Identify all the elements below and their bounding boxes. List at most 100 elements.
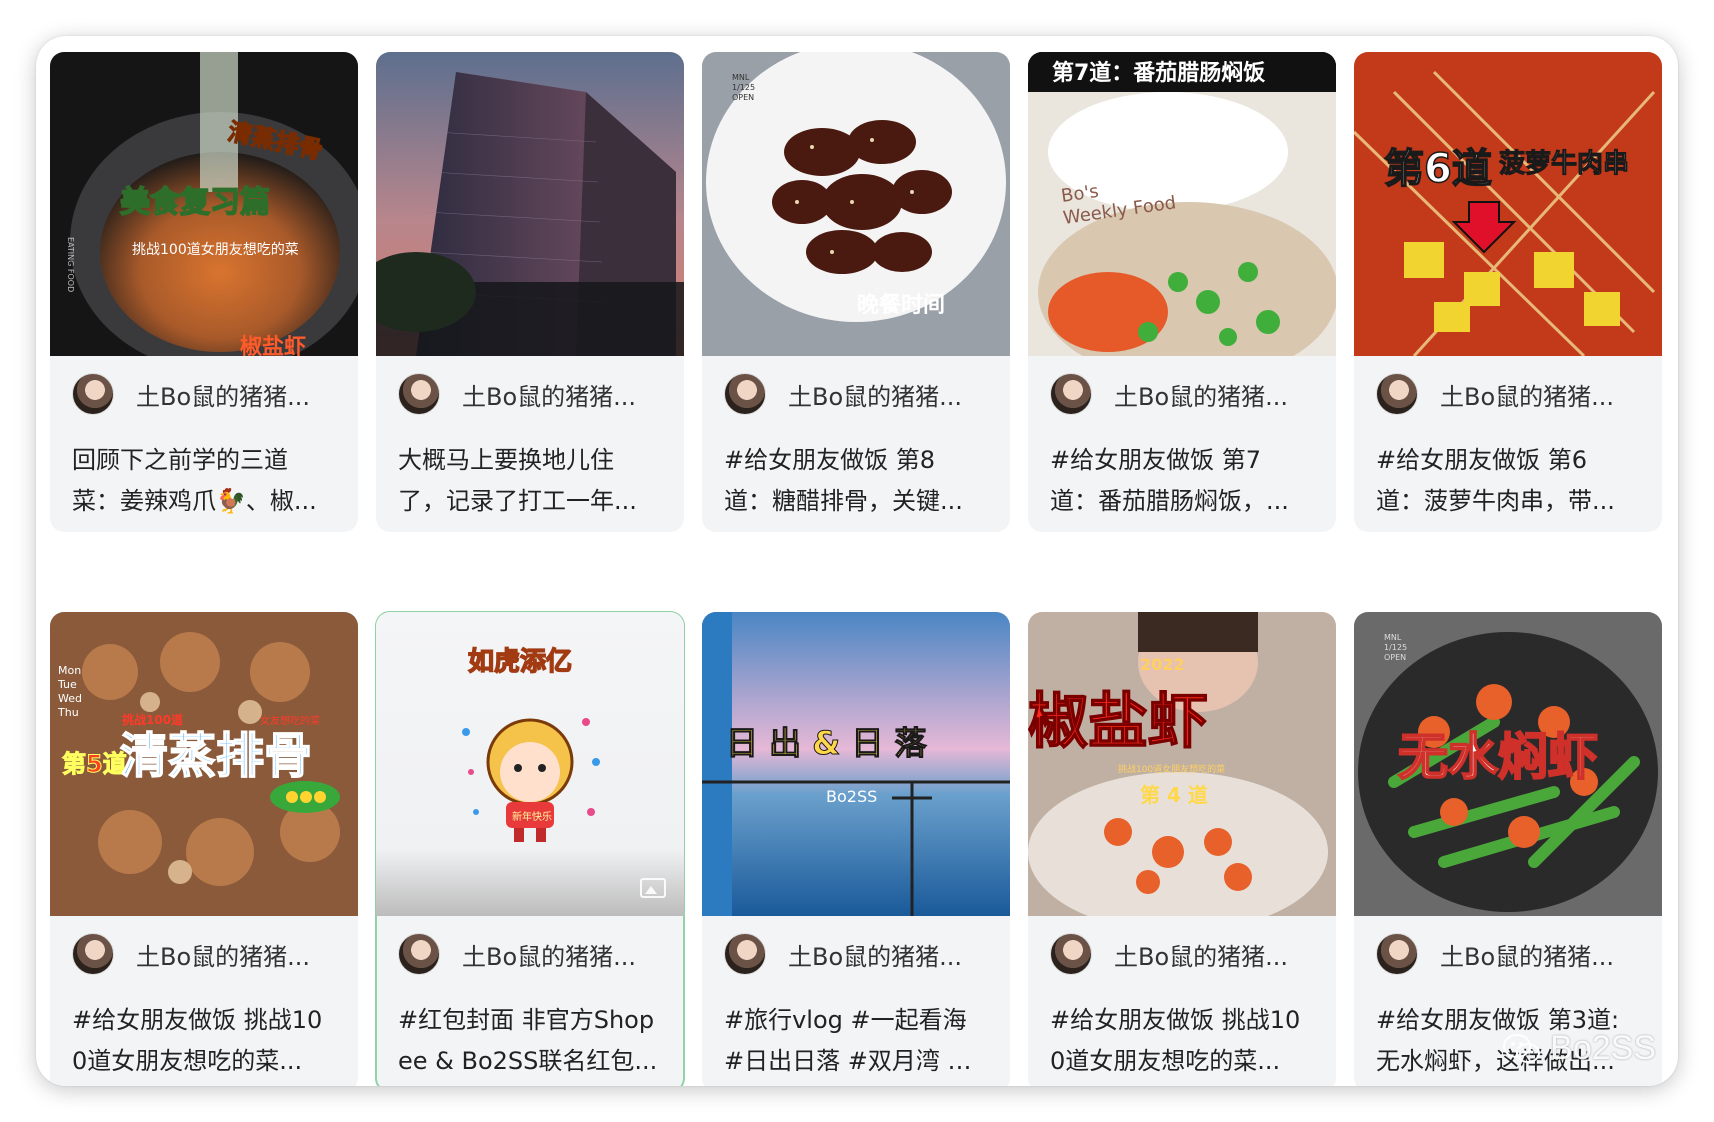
post-description: #红包封面 非官方Shop ee & Bo2SS联名红包... (398, 1000, 662, 1082)
svg-text:MNL: MNL (1384, 633, 1402, 642)
post-card-4[interactable]: 第7道：番茄腊肠焖饭 Bo's Weekly Food 土Bo鼠的猪猪... #… (1028, 52, 1336, 532)
post-card-8[interactable]: 日 出 & 日 落 Bo2SS 土Bo鼠的猪猪... #旅行vlog #一起看海… (702, 612, 1010, 1086)
feed-window: 清蒸排骨 美食复习篇 挑战100道女朋友想吃的菜 EATING FOOD 椒盐虾… (36, 36, 1678, 1086)
post-desc-line: #给女朋友做饭 挑战10 (1050, 1006, 1301, 1034)
svg-text:1/125: 1/125 (1384, 643, 1407, 652)
author-name[interactable]: 土Bo鼠的猪猪... (788, 377, 962, 412)
author-avatar[interactable] (724, 373, 766, 415)
post-description: #给女朋友做饭 第3道: 无水焖虾，这样做出... (1376, 1000, 1640, 1082)
svg-text:晚餐时间: 晚餐时间 (857, 293, 945, 318)
svg-text:日 出 & 日 落: 日 出 & 日 落 (726, 724, 927, 762)
post-desc-line: 0道女朋友想吃的菜... (1050, 1047, 1281, 1075)
post-description: #给女朋友做饭 挑战10 0道女朋友想吃的菜... (1050, 1000, 1314, 1082)
post-author[interactable]: 土Bo鼠的猪猪... (1376, 933, 1614, 975)
svg-text:Thu: Thu (57, 706, 79, 719)
post-description: #给女朋友做饭 第8 道：糖醋排骨，关键... (724, 440, 988, 522)
author-avatar[interactable] (724, 933, 766, 975)
author-name[interactable]: 土Bo鼠的猪猪... (136, 937, 310, 972)
post-thumbnail (376, 52, 684, 356)
author-name[interactable]: 土Bo鼠的猪猪... (1440, 377, 1614, 412)
author-name[interactable]: 土Bo鼠的猪猪... (462, 937, 636, 972)
post-thumbnail: 第6道 菠萝牛肉串 (1354, 52, 1662, 356)
svg-text:2022: 2022 (1140, 655, 1185, 674)
author-avatar[interactable] (398, 933, 440, 975)
svg-text:第6道: 第6道 (1384, 146, 1492, 192)
svg-text:第 4 道: 第 4 道 (1140, 783, 1208, 807)
post-card-10[interactable]: MNL 1/125 OPEN 无水焖虾 土Bo鼠的猪猪... #给女朋友做饭 第… (1354, 612, 1662, 1086)
post-card-1[interactable]: 清蒸排骨 美食复习篇 挑战100道女朋友想吃的菜 EATING FOOD 椒盐虾… (50, 52, 358, 532)
post-author[interactable]: 土Bo鼠的猪猪... (1050, 933, 1288, 975)
author-name[interactable]: 土Bo鼠的猪猪... (136, 377, 310, 412)
post-desc-line: 大概马上要换地儿住 (398, 446, 614, 474)
post-author[interactable]: 土Bo鼠的猪猪... (724, 933, 962, 975)
post-card-6[interactable]: Mon Tue Wed Thu 挑战100道 女友想吃的菜 第5道 清蒸排骨 土… (50, 612, 358, 1086)
author-name[interactable]: 土Bo鼠的猪猪... (462, 377, 636, 412)
svg-text:女友想吃的菜: 女友想吃的菜 (260, 714, 320, 727)
post-desc-line: #给女朋友做饭 第8 (724, 446, 936, 474)
post-desc-line: #给女朋友做饭 第6 (1376, 446, 1588, 474)
post-author[interactable]: 土Bo鼠的猪猪... (1050, 373, 1288, 415)
author-avatar[interactable] (72, 933, 114, 975)
svg-text:新年快乐: 新年快乐 (512, 810, 552, 823)
author-avatar[interactable] (1376, 933, 1418, 975)
post-description: 大概马上要换地儿住 了，记录了打工一年... (398, 440, 662, 522)
svg-text:第5道: 第5道 (62, 750, 127, 778)
post-desc-line: ee & Bo2SS联名红包... (398, 1047, 658, 1075)
svg-text:EATING FOOD: EATING FOOD (66, 237, 75, 292)
svg-text:椒盐虾: 椒盐虾 (1028, 687, 1208, 757)
author-name[interactable]: 土Bo鼠的猪猪... (1114, 937, 1288, 972)
svg-text:MNL: MNL (732, 73, 750, 82)
post-thumbnail: Mon Tue Wed Thu 挑战100道 女友想吃的菜 第5道 清蒸排骨 (50, 612, 358, 916)
post-author[interactable]: 土Bo鼠的猪猪... (1376, 373, 1614, 415)
post-card-5[interactable]: 第6道 菠萝牛肉串 土Bo鼠的猪猪... #给女朋友做饭 第6 道：菠萝牛肉串，… (1354, 52, 1662, 532)
author-avatar[interactable] (1050, 933, 1092, 975)
svg-text:Tue: Tue (57, 678, 77, 691)
post-desc-line: 0道女朋友想吃的菜... (72, 1047, 303, 1075)
post-card-9[interactable]: 2022 椒盐虾 挑战100道女朋友想吃的菜 第 4 道 土Bo鼠的猪猪... … (1028, 612, 1336, 1086)
post-thumbnail: MNL 1/125 OPEN 无水焖虾 (1354, 612, 1662, 916)
svg-text:菠萝牛肉串: 菠萝牛肉串 (1499, 149, 1629, 179)
post-card-7[interactable]: 如虎添亿 新年快乐 土Bo鼠的猪猪... #红包封面 非官方Shop ee & … (375, 611, 685, 1086)
author-avatar[interactable] (72, 373, 114, 415)
post-desc-line: 道：番茄腊肠焖饭，... (1050, 487, 1289, 515)
post-desc-line: 道：菠萝牛肉串，带... (1376, 487, 1615, 515)
post-desc-line: #给女朋友做饭 第3道: (1376, 1006, 1620, 1034)
svg-text:Wed: Wed (58, 692, 82, 705)
post-thumbnail: 如虎添亿 新年快乐 (376, 612, 684, 916)
post-description: #给女朋友做饭 挑战10 0道女朋友想吃的菜... (72, 1000, 336, 1082)
author-avatar[interactable] (1376, 373, 1418, 415)
post-desc-line: 回顾下之前学的三道 (72, 446, 288, 474)
svg-text:清蒸排骨: 清蒸排骨 (120, 728, 312, 784)
author-name[interactable]: 土Bo鼠的猪猪... (1114, 377, 1288, 412)
post-desc-line: #给女朋友做饭 挑战10 (72, 1006, 323, 1034)
svg-text:椒盐虾: 椒盐虾 (240, 334, 306, 356)
svg-text:挑战100道女朋友想吃的菜: 挑战100道女朋友想吃的菜 (1118, 763, 1225, 775)
post-author[interactable]: 土Bo鼠的猪猪... (398, 933, 636, 975)
svg-text:无水焖虾: 无水焖虾 (1398, 728, 1598, 786)
post-card-2[interactable]: 土Bo鼠的猪猪... 大概马上要换地儿住 了，记录了打工一年... (376, 52, 684, 532)
svg-text:OPEN: OPEN (732, 93, 754, 102)
svg-text:挑战100道: 挑战100道 (122, 712, 183, 727)
post-author[interactable]: 土Bo鼠的猪猪... (72, 373, 310, 415)
post-description: #给女朋友做饭 第6 道：菠萝牛肉串，带... (1376, 440, 1640, 522)
author-name[interactable]: 土Bo鼠的猪猪... (788, 937, 962, 972)
post-author[interactable]: 土Bo鼠的猪猪... (72, 933, 310, 975)
post-card-3[interactable]: MNL 1/125 OPEN 晚餐时间 土Bo鼠的猪猪... #给女朋友做饭 第… (702, 52, 1010, 532)
author-name[interactable]: 土Bo鼠的猪猪... (1440, 937, 1614, 972)
image-icon (640, 878, 666, 898)
author-avatar[interactable] (1050, 373, 1092, 415)
svg-text:美食复习篇: 美食复习篇 (120, 185, 270, 220)
post-desc-line: 无水焖虾，这样做出... (1376, 1047, 1615, 1075)
post-thumbnail: 2022 椒盐虾 挑战100道女朋友想吃的菜 第 4 道 (1028, 612, 1336, 916)
svg-text:Bo2SS: Bo2SS (826, 787, 877, 806)
svg-text:1/125: 1/125 (732, 83, 755, 92)
post-author[interactable]: 土Bo鼠的猪猪... (724, 373, 962, 415)
post-thumbnail: 清蒸排骨 美食复习篇 挑战100道女朋友想吃的菜 EATING FOOD 椒盐虾 (50, 52, 358, 356)
author-avatar[interactable] (398, 373, 440, 415)
post-author[interactable]: 土Bo鼠的猪猪... (398, 373, 636, 415)
post-desc-line: 菜：姜辣鸡爪🐓、椒... (72, 487, 317, 515)
post-desc-line: 了，记录了打工一年... (398, 487, 637, 515)
svg-text:第7道：番茄腊肠焖饭: 第7道：番茄腊肠焖饭 (1052, 60, 1265, 86)
post-desc-line: 道：糖醋排骨，关键... (724, 487, 963, 515)
post-thumbnail: 第7道：番茄腊肠焖饭 Bo's Weekly Food (1028, 52, 1336, 356)
